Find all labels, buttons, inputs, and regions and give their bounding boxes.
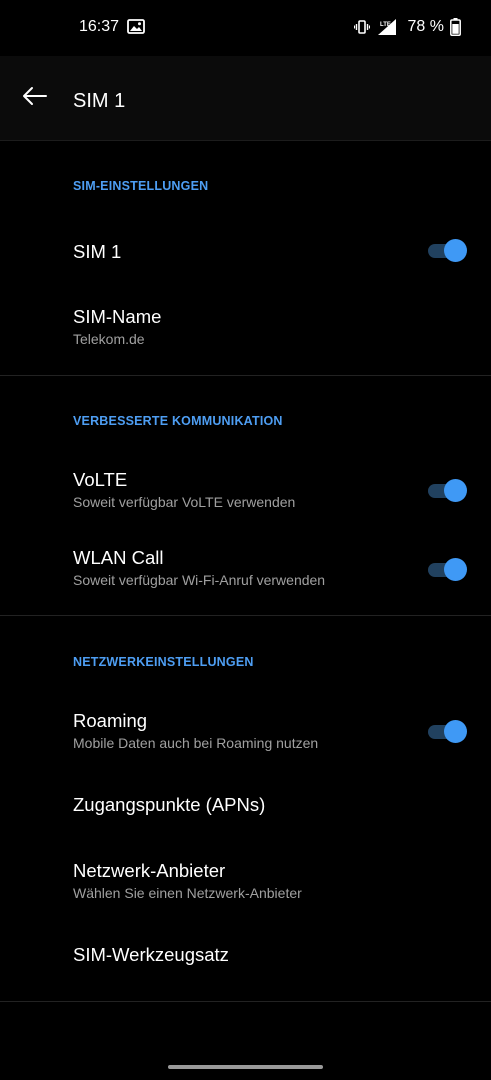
app-bar: SIM 1 <box>0 56 491 141</box>
toggle-thumb <box>444 558 467 581</box>
signal-icon: LTE <box>376 18 398 36</box>
toggle-thumb <box>444 239 467 262</box>
sim-toggle-switch[interactable] <box>428 239 468 263</box>
roaming-toggle-switch[interactable] <box>428 720 468 744</box>
apn-item[interactable]: Zugangspunkte (APNs) <box>0 772 491 838</box>
back-button[interactable] <box>14 78 54 118</box>
wlan-call-toggle-switch[interactable] <box>428 558 468 582</box>
volte-title: VoLTE <box>73 469 128 490</box>
section-divider <box>0 615 491 616</box>
sim-toggle-item[interactable]: SIM 1 <box>0 218 491 284</box>
apn-title: Zugangspunkte (APNs) <box>73 794 266 815</box>
section-header-enhanced-communication: VERBESSERTE KOMMUNIKATION <box>73 414 283 428</box>
status-indicators: LTE 78 % <box>353 17 461 37</box>
battery-percent: 78 % <box>407 18 444 35</box>
page-title: SIM 1 <box>73 90 126 112</box>
sim-name-title: SIM-Name <box>73 306 162 327</box>
section-header-network-settings: NETZWERKEINSTELLUNGEN <box>73 655 254 669</box>
network-operator-title: Netzwerk-Anbieter <box>73 860 226 881</box>
vibrate-icon <box>353 19 370 35</box>
volte-toggle-switch[interactable] <box>428 479 468 503</box>
gallery-icon <box>127 19 145 34</box>
wlan-call-title: WLAN Call <box>73 547 164 568</box>
roaming-subtitle: Mobile Daten auch bei Roaming nutzen <box>73 735 319 751</box>
arrow-back-icon <box>21 86 47 111</box>
sim-toolkit-title: SIM-Werkzeugsatz <box>73 944 229 965</box>
battery-icon <box>450 18 461 36</box>
roaming-item[interactable]: Roaming Mobile Daten auch bei Roaming nu… <box>0 693 491 767</box>
toggle-thumb <box>444 720 467 743</box>
section-divider <box>0 375 491 376</box>
status-time: 16:37 <box>79 18 120 35</box>
network-operator-subtitle: Wählen Sie einen Netzwerk-Anbieter <box>73 885 302 901</box>
roaming-title: Roaming <box>73 710 148 731</box>
sim-name-item[interactable]: SIM-Name Telekom.de <box>0 290 491 370</box>
volte-item[interactable]: VoLTE Soweit verfügbar VoLTE verwenden <box>0 452 491 526</box>
network-operator-item[interactable]: Netzwerk-Anbieter Wählen Sie einen Netzw… <box>0 842 491 922</box>
wlan-call-item[interactable]: WLAN Call Soweit verfügbar Wi-Fi-Anruf v… <box>0 530 491 604</box>
home-indicator[interactable] <box>168 1065 323 1069</box>
sim-name-value: Telekom.de <box>73 331 145 347</box>
section-header-sim-settings: SIM-EINSTELLUNGEN <box>73 179 209 193</box>
section-divider <box>0 1001 491 1002</box>
toggle-thumb <box>444 479 467 502</box>
sim-toggle-title: SIM 1 <box>73 241 122 262</box>
status-bar: 16:37 LTE 78 % <box>0 0 491 56</box>
wlan-call-subtitle: Soweit verfügbar Wi-Fi-Anruf verwenden <box>73 572 326 588</box>
network-type-label: LTE <box>380 22 391 28</box>
sim-toolkit-item[interactable]: SIM-Werkzeugsatz <box>0 924 491 990</box>
volte-subtitle: Soweit verfügbar VoLTE verwenden <box>73 494 296 510</box>
